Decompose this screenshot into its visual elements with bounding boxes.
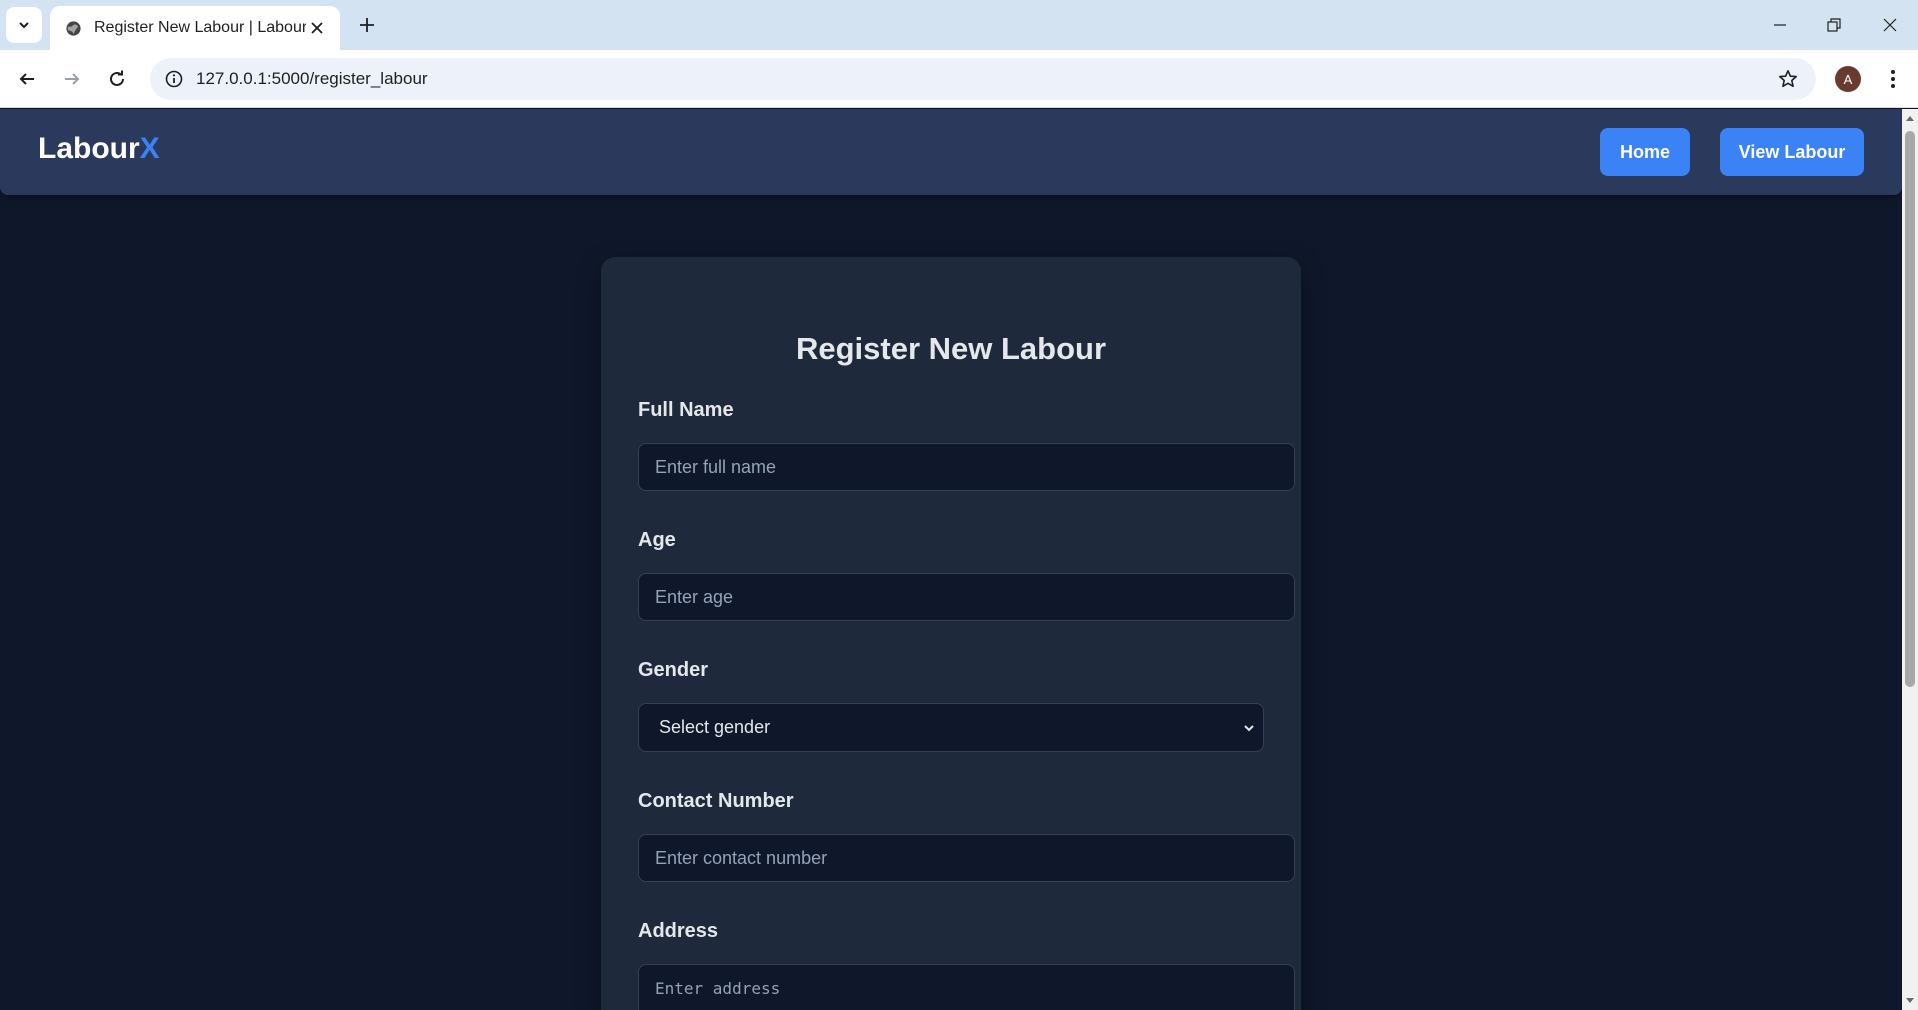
close-icon: [1883, 18, 1897, 32]
age-label: Age: [638, 529, 676, 551]
window-close-button[interactable]: [1862, 0, 1918, 50]
reload-icon: [110, 70, 124, 86]
minimize-button[interactable]: [1752, 0, 1808, 50]
back-button[interactable]: [9, 61, 45, 97]
new-tab-button[interactable]: [352, 10, 382, 40]
reload-button[interactable]: [99, 61, 135, 97]
view-labour-nav-button[interactable]: View Labour: [1720, 128, 1864, 176]
plus-icon: [360, 18, 374, 32]
browser-toolbar: 127.0.0.1:5000/register_labour A: [0, 50, 1918, 108]
page-viewport: LabourX Home View Labour Register New La…: [0, 109, 1902, 1010]
home-nav-button[interactable]: Home: [1600, 128, 1690, 176]
minimize-icon: [1774, 24, 1786, 26]
scrollbar-thumb[interactable]: [1905, 131, 1915, 687]
restore-button[interactable]: [1806, 0, 1862, 50]
arrow-left-icon: [19, 73, 34, 85]
tab-close-icon[interactable]: [306, 17, 328, 39]
brand-accent: X: [139, 132, 160, 165]
scroll-up-arrow-icon[interactable]: [1905, 113, 1915, 123]
contact-number-input[interactable]: [638, 834, 1295, 882]
browser-tab-strip: Register New Labour | LabourX: [0, 0, 1918, 50]
info-icon[interactable]: [154, 59, 194, 99]
globe-icon: [64, 19, 82, 37]
register-form-card: Register New Labour Full Name Age Gender…: [601, 257, 1301, 1010]
full-name-label: Full Name: [638, 399, 734, 421]
kebab-menu-icon: [1891, 70, 1895, 88]
gender-select[interactable]: Select gender: [638, 703, 1264, 752]
brand-name: Labour: [38, 132, 140, 165]
gender-label: Gender: [638, 659, 709, 681]
chevron-down-icon: [19, 22, 29, 29]
contact-number-label: Contact Number: [638, 790, 794, 812]
tab-register-labour[interactable]: Register New Labour | LabourX: [50, 6, 340, 50]
full-name-input[interactable]: [638, 443, 1295, 491]
tab-list-button[interactable]: [6, 7, 42, 43]
url-text: 127.0.0.1:5000/register_labour: [196, 69, 428, 88]
address-textarea[interactable]: [638, 964, 1295, 1010]
profile-avatar[interactable]: A: [1835, 66, 1861, 92]
scroll-down-arrow-icon[interactable]: [1905, 996, 1915, 1006]
address-bar[interactable]: 127.0.0.1:5000/register_labour: [150, 58, 1816, 100]
arrow-right-icon: [65, 73, 80, 85]
forward-button[interactable]: [54, 61, 90, 97]
form-title: Register New Labour: [795, 331, 1107, 366]
star-icon[interactable]: [1768, 59, 1808, 99]
chevron-down-icon: [1244, 725, 1254, 732]
site-navbar: LabourX Home View Labour: [0, 109, 1902, 195]
brand-logo[interactable]: LabourX: [38, 132, 160, 166]
age-input[interactable]: [638, 573, 1295, 621]
restore-icon: [1827, 18, 1841, 32]
browser-menu-button[interactable]: [1877, 63, 1909, 95]
address-label: Address: [638, 920, 719, 942]
page-scrollbar[interactable]: [1902, 109, 1918, 1010]
gender-select-value: Select gender: [659, 717, 771, 737]
tab-title: Register New Labour | LabourX: [94, 19, 306, 36]
